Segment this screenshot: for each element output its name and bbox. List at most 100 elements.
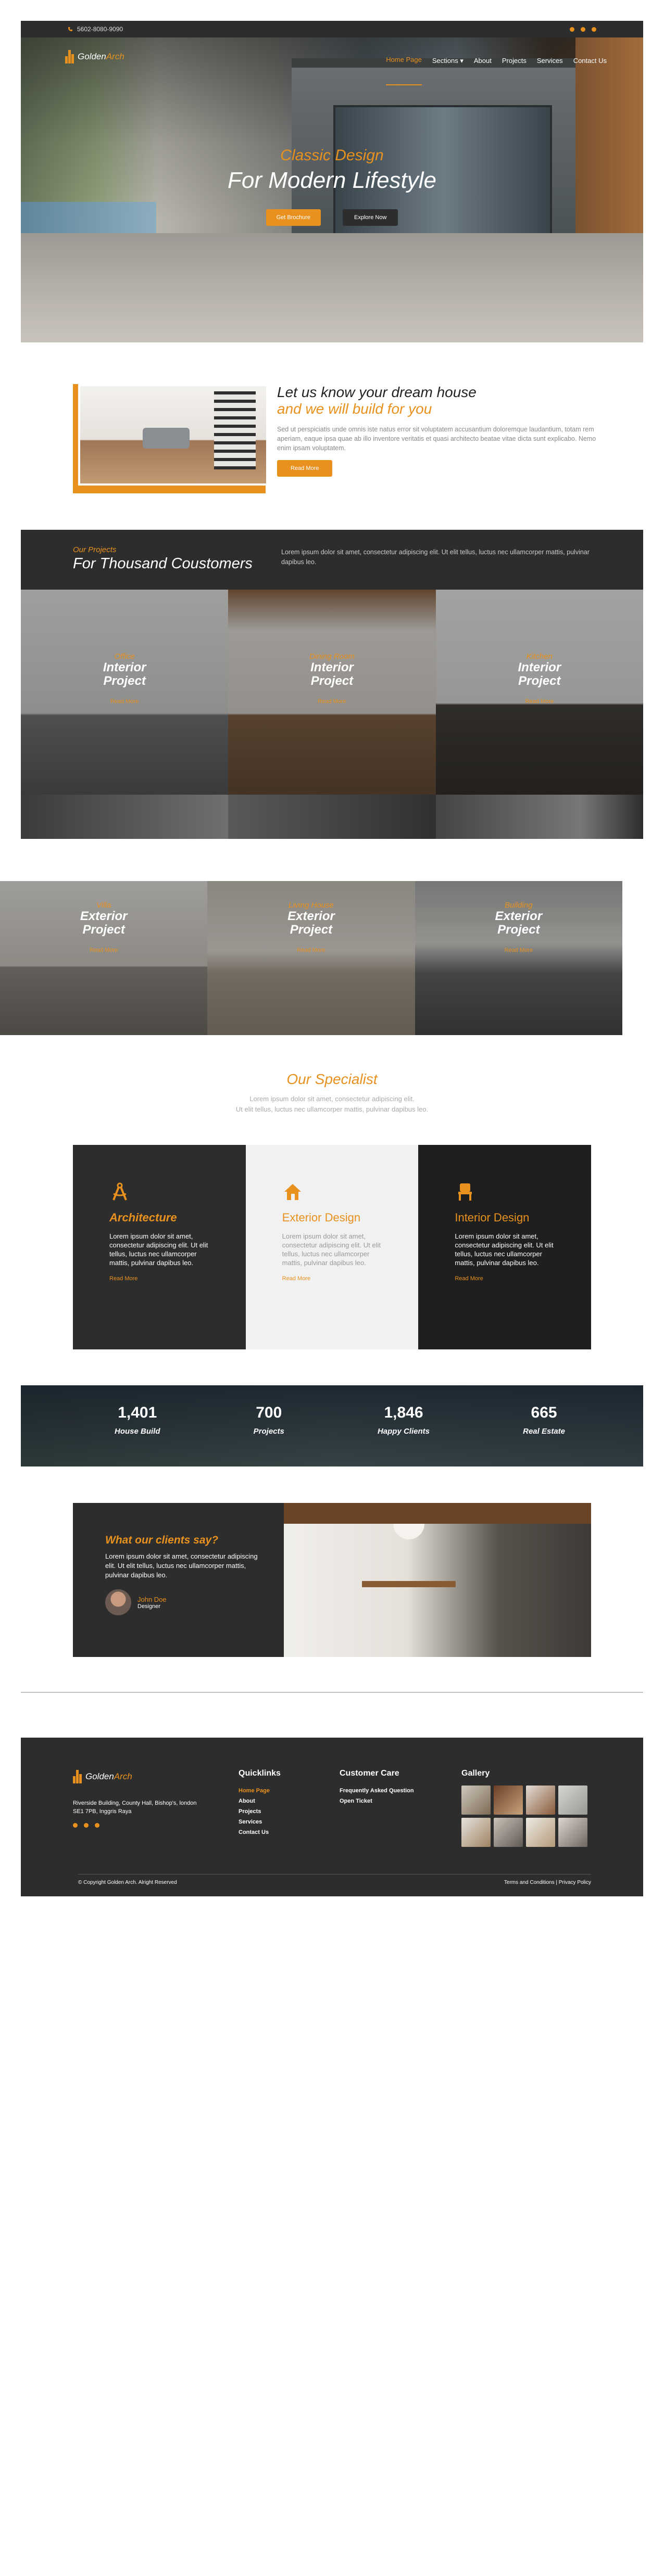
- project-category: Living House: [289, 901, 334, 910]
- nav-item-contact[interactable]: Contact Us: [573, 52, 607, 85]
- footer-link-services[interactable]: Services: [239, 1817, 281, 1827]
- logo-text: GoldenArch: [85, 1771, 132, 1781]
- project-card-kitchen[interactable]: Kitchen Interior Project Read More: [435, 590, 643, 796]
- service-text: Lorem ipsum dolor sit amet, consectetur …: [455, 1232, 554, 1267]
- phone-contact[interactable]: 5602-8080-9090: [68, 25, 123, 33]
- footer-quicklinks: Quicklinks Home Page About Projects Serv…: [239, 1769, 281, 1838]
- footer-link-contact[interactable]: Contact Us: [239, 1827, 281, 1838]
- gallery-thumbnail[interactable]: [558, 1818, 587, 1847]
- about-interior-image: [78, 384, 268, 486]
- phone-number: 5602-8080-9090: [77, 25, 123, 33]
- youtube-icon[interactable]: [592, 27, 596, 32]
- project-title-line2: Project: [103, 674, 146, 688]
- project-title-line2: Project: [82, 923, 125, 937]
- project-read-more-link[interactable]: Read More: [228, 698, 435, 705]
- footer-gallery-title: Gallery: [461, 1769, 490, 1778]
- about-heading-line2: and we will build for you: [277, 401, 432, 417]
- services-grid: Architecture Lorem ipsum dolor sit amet,…: [73, 1145, 592, 1349]
- hero-subtitle: Classic Design: [280, 147, 384, 164]
- project-read-more-link[interactable]: Read More: [436, 698, 643, 705]
- project-card-building[interactable]: Building Exterior Project Read More: [415, 881, 622, 1035]
- project-title-line2: Project: [310, 674, 354, 688]
- service-card-exterior-design: Exterior Design Lorem ipsum dolor sit am…: [245, 1145, 419, 1349]
- explore-now-button[interactable]: Explore Now: [343, 209, 398, 226]
- main-nav: GoldenArch Home Page Sections ▾ About Pr…: [21, 44, 643, 85]
- counter-number: 1,846: [384, 1404, 423, 1421]
- project-title-line1: Interior: [103, 660, 146, 674]
- interior-projects-row: Office Interior Project Read More Dining…: [21, 590, 643, 796]
- project-title-line1: Interior: [518, 660, 561, 674]
- testimonial-name: John Doe: [137, 1595, 167, 1603]
- chair-icon: [458, 1183, 472, 1201]
- project-title-line2: Project: [290, 923, 333, 937]
- nav-item-sections[interactable]: Sections ▾: [432, 52, 463, 85]
- gallery-thumbnail[interactable]: [558, 1786, 587, 1815]
- nav-item-home[interactable]: Home Page: [386, 52, 422, 85]
- service-read-more-link[interactable]: Read More: [109, 1276, 209, 1282]
- project-read-more-link[interactable]: Read More: [207, 947, 415, 953]
- project-card-office[interactable]: Office Interior Project Read More: [21, 590, 229, 796]
- gallery-thumbnail[interactable]: [461, 1818, 491, 1847]
- nav-item-services[interactable]: Services: [537, 52, 563, 85]
- house-icon: [284, 1184, 301, 1200]
- counter-projects: 700 Projects: [254, 1404, 284, 1466]
- footer-link-projects[interactable]: Projects: [239, 1806, 281, 1817]
- service-text: Lorem ipsum dolor sit amet, consectetur …: [109, 1232, 208, 1267]
- about-heading-line1: Let us know your dream house: [277, 384, 477, 400]
- twitter-icon[interactable]: [581, 27, 585, 32]
- project-card-living-house[interactable]: Living House Exterior Project Read More: [207, 881, 415, 1035]
- project-read-more-link[interactable]: Read More: [0, 947, 207, 953]
- service-text: Lorem ipsum dolor sit amet, consectetur …: [282, 1232, 381, 1267]
- nav-item-projects[interactable]: Projects: [502, 52, 527, 85]
- counter-label: Projects: [253, 1427, 284, 1436]
- counter-house-build: 1,401 House Build: [115, 1404, 160, 1466]
- gallery-thumbnail[interactable]: [526, 1786, 555, 1815]
- testimonial-quote: Lorem ipsum dolor sit amet, consectetur …: [105, 1552, 258, 1579]
- service-card-interior-design: Interior Design Lorem ipsum dolor sit am…: [418, 1145, 592, 1349]
- project-title-line1: Exterior: [80, 909, 128, 923]
- facebook-icon[interactable]: [73, 1823, 78, 1828]
- section-divider: [21, 1692, 643, 1693]
- hero-section: GoldenArch Home Page Sections ▾ About Pr…: [21, 37, 643, 342]
- footer-link-about[interactable]: About: [239, 1796, 281, 1806]
- project-read-more-link[interactable]: Read More: [21, 698, 228, 705]
- project-title-line1: Exterior: [287, 909, 335, 923]
- chevron-down-icon: ▾: [460, 57, 463, 65]
- gallery-thumbnail[interactable]: [461, 1786, 491, 1815]
- footer-logo[interactable]: GoldenArch: [73, 1769, 203, 1784]
- service-read-more-link[interactable]: Read More: [282, 1276, 382, 1282]
- compass-icon: [112, 1182, 127, 1201]
- gallery-thumbnail[interactable]: [494, 1786, 523, 1815]
- hero-title: For Modern Lifestyle: [227, 168, 437, 193]
- youtube-icon[interactable]: [95, 1823, 99, 1828]
- footer-link-home[interactable]: Home Page: [239, 1786, 281, 1796]
- phone-icon: [68, 27, 72, 31]
- testimonial-role: Designer: [137, 1603, 161, 1610]
- site-logo[interactable]: GoldenArch: [65, 44, 124, 70]
- footer-legal-links[interactable]: Terms and Conditions | Privacy Policy: [504, 1880, 591, 1885]
- footer-brand: GoldenArch Riverside Building, County Ha…: [73, 1769, 203, 1828]
- facebook-icon[interactable]: [570, 27, 574, 32]
- footer-link-faq[interactable]: Frequently Asked Question: [340, 1786, 414, 1796]
- gallery-thumbnail[interactable]: [526, 1818, 555, 1847]
- project-category: Office: [114, 652, 135, 661]
- counters-section: 1,401 House Build 700 Projects 1,846 Hap…: [21, 1385, 643, 1466]
- logo-arch-icon: [73, 1770, 82, 1783]
- hero-paved-ground: [21, 233, 643, 342]
- counter-label: House Build: [115, 1427, 160, 1436]
- get-brochure-button[interactable]: Get Brochure: [266, 209, 321, 226]
- testimonial-heading: What our clients say?: [105, 1534, 219, 1546]
- service-read-more-link[interactable]: Read More: [455, 1276, 555, 1282]
- gallery-thumbnail[interactable]: [494, 1818, 523, 1847]
- project-card-villa[interactable]: Villa Exterior Project Read More: [0, 881, 208, 1035]
- nav-item-about[interactable]: About: [474, 52, 492, 85]
- project-read-more-link[interactable]: Read More: [415, 947, 622, 953]
- about-read-more-button[interactable]: Read More: [277, 460, 333, 477]
- counter-real-estate: 665 Real Estate: [523, 1404, 565, 1466]
- project-card-dining-room[interactable]: Dining Room Interior Project Read More: [228, 590, 436, 796]
- specialist-section: Our Specialist Lorem ipsum dolor sit ame…: [21, 1071, 643, 1133]
- project-title-line1: Exterior: [495, 909, 543, 923]
- twitter-icon[interactable]: [84, 1823, 89, 1828]
- hero-content: Classic Design For Modern Lifestyle Get …: [21, 147, 643, 226]
- footer-link-open-ticket[interactable]: Open Ticket: [340, 1796, 414, 1806]
